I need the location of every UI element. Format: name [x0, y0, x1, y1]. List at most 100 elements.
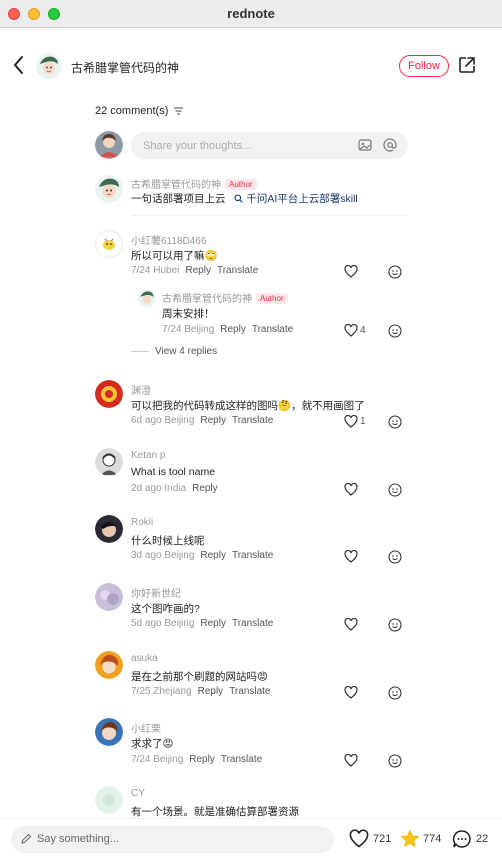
comment-text: What is tool name [131, 466, 216, 478]
post-header: 古希腊掌管代码的神 Follow [0, 40, 502, 92]
divider [131, 215, 408, 216]
avatar[interactable] [95, 786, 123, 814]
translate-button[interactable]: Translate [229, 686, 270, 697]
heart-icon[interactable] [344, 618, 358, 631]
comment-author-name[interactable]: 小红薯6118D466 [131, 232, 206, 247]
comment-time-location: 7/24 Beijing [162, 324, 215, 335]
smile-icon[interactable] [388, 550, 402, 564]
avatar[interactable] [95, 651, 123, 679]
comment-text: 所以可以用了嘛🙄 [131, 250, 218, 262]
comment-meta: 7/24 Beijing Reply Translate [131, 754, 262, 765]
comment-time-location: 5d ago Beijing [131, 618, 195, 629]
comment-author-name[interactable]: 小红栗 [131, 720, 161, 735]
heart-icon[interactable] [344, 550, 358, 563]
reply-button[interactable]: Reply [189, 754, 215, 765]
comment-text: 有一个场景。就是准确估算部署资源 [131, 806, 299, 818]
author-name[interactable]: 古希腊掌管代码的神 [71, 59, 179, 76]
comment-meta: 2d ago India Reply [131, 483, 218, 494]
avatar[interactable] [95, 583, 123, 611]
translate-button[interactable]: Translate [217, 265, 258, 276]
comment-author-name[interactable]: CY [131, 788, 145, 799]
smile-icon[interactable] [388, 754, 402, 768]
translate-button[interactable]: Translate [252, 324, 293, 335]
bottom-bar: Say something... 721 774 22 [0, 818, 502, 859]
reply-button[interactable]: Reply [200, 618, 226, 629]
reply-button[interactable]: Reply [198, 686, 224, 697]
comment-meta: 3d ago Beijing Reply Translate [131, 550, 273, 561]
smile-icon[interactable] [388, 483, 402, 497]
smile-icon[interactable] [388, 415, 402, 429]
comment-meta: 6d ago Beijing Reply Translate [131, 415, 273, 426]
avatar[interactable] [95, 380, 123, 408]
heart-icon[interactable] [344, 415, 358, 428]
view-replies-button[interactable]: View 4 replies [131, 346, 217, 357]
heart-icon[interactable] [344, 483, 358, 496]
comment-text: 一句话部署项目上云 [131, 193, 226, 205]
comment-author-name[interactable]: Rokii [131, 517, 153, 528]
avatar[interactable] [95, 175, 123, 203]
say-placeholder: Say something... [37, 833, 119, 845]
say-something-input[interactable]: Say something... [11, 826, 334, 853]
view-replies-label: View 4 replies [155, 346, 218, 357]
sort-icon[interactable] [174, 107, 184, 115]
comment-author-name[interactable]: Ketan p [131, 450, 165, 461]
heart-icon[interactable] [344, 265, 358, 278]
translate-button[interactable]: Translate [232, 618, 273, 629]
at-icon[interactable] [383, 138, 397, 152]
avatar[interactable] [95, 448, 123, 476]
reply-button[interactable]: Reply [200, 415, 226, 426]
comment-author-name: 古希腊掌管代码的神 [131, 180, 221, 191]
reply-button[interactable]: Reply [185, 265, 211, 276]
share-icon[interactable] [458, 56, 476, 74]
back-icon[interactable] [10, 54, 28, 76]
comment-author-name[interactable]: 渊澄 [131, 382, 151, 397]
comment-author[interactable]: 古希腊掌管代码的神 Author [162, 290, 288, 305]
like-count: 4 [360, 325, 366, 336]
heart-icon[interactable] [349, 829, 369, 849]
comment-author-name[interactable]: asuka [131, 653, 158, 664]
my-avatar [95, 131, 123, 159]
comment-time-location: 3d ago Beijing [131, 550, 195, 561]
follow-button[interactable]: Follow [399, 55, 449, 77]
search-icon [234, 194, 244, 203]
search-link-text: 千问AI平台上云部署skill [246, 193, 358, 205]
translate-button[interactable]: Translate [232, 415, 273, 426]
avatar[interactable] [138, 289, 156, 307]
heart-icon[interactable] [344, 686, 358, 699]
comment-total-count: 22 [476, 833, 489, 845]
comment-text: 周末安排！ [162, 308, 215, 320]
reply-button[interactable]: Reply [192, 483, 218, 494]
comment-meta: 7/24 Beijing Reply Translate [162, 324, 293, 335]
divider [131, 350, 149, 352]
comment-text: 什么时候上线呢 [131, 535, 205, 547]
author-badge: Author [256, 293, 288, 304]
avatar[interactable] [95, 515, 123, 543]
search-link[interactable]: 千问AI平台上云部署skill [234, 193, 358, 205]
window-title: rednote [227, 6, 275, 21]
smile-icon[interactable] [388, 324, 402, 338]
reply-button[interactable]: Reply [220, 324, 246, 335]
image-icon[interactable] [358, 138, 372, 152]
comment-count-label: 22 comment(s) [95, 105, 169, 117]
smile-icon[interactable] [388, 265, 402, 279]
smile-icon[interactable] [388, 686, 402, 700]
comment-author-name[interactable]: 你好新世纪 [131, 585, 181, 600]
comment-meta: 7/24 Hubei Reply Translate [131, 265, 258, 276]
translate-button[interactable]: Translate [221, 754, 262, 765]
comment-text: 可以把我的代码转成这样的图吗🤔，就不用画图了 [131, 400, 365, 412]
smile-icon[interactable] [388, 618, 402, 632]
heart-icon[interactable] [344, 324, 358, 337]
avatar[interactable] [36, 53, 62, 79]
reply-button[interactable]: Reply [200, 550, 226, 561]
avatar[interactable] [95, 718, 123, 746]
avatar[interactable] [95, 230, 123, 258]
comment-text: 这个图咋画的? [131, 603, 200, 615]
window-titlebar: rednote [0, 0, 502, 28]
comment-icon[interactable] [452, 829, 472, 849]
star-icon[interactable] [400, 829, 420, 849]
comment-text: 是在之前那个刷题的网站吗😡 [131, 671, 268, 683]
like-count: 721 [373, 833, 392, 845]
heart-icon[interactable] [344, 754, 358, 767]
translate-button[interactable]: Translate [232, 550, 273, 561]
comment-author[interactable]: 古希腊掌管代码的神 Author [131, 176, 257, 191]
